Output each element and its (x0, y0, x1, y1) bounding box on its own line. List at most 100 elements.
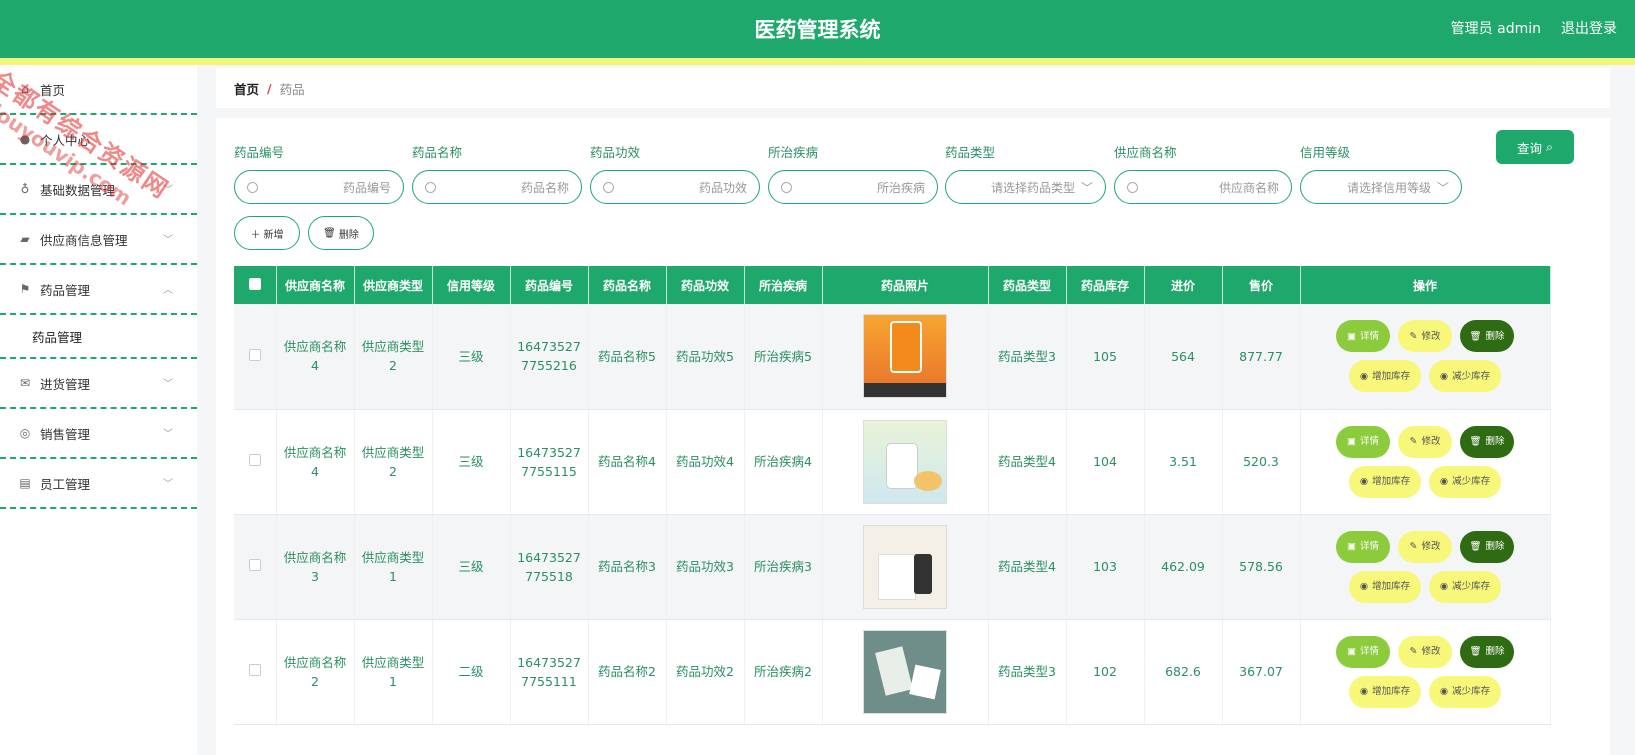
row-checkbox[interactable] (248, 348, 261, 361)
cell-text: 7755216 (521, 358, 577, 374)
top-header: 医药管理系统 管理员 admin 退出登录 (0, 0, 1635, 58)
detail-button[interactable]: ▣ 详情 (1336, 320, 1390, 353)
select-all-cell[interactable] (234, 266, 277, 304)
sidebar-item-basic-data[interactable]: ♁ 基础数据管理 ﹀ (0, 165, 197, 215)
drug-name-input[interactable]: 药品名称 (412, 170, 582, 204)
detail-button[interactable]: ▣ 详情 (1336, 425, 1390, 458)
row-checkbox[interactable] (248, 454, 261, 466)
column-header: 药品照片 (822, 266, 989, 304)
sidebar-item-supplier[interactable]: ▰ 供应商信息管理 ﹀ (0, 215, 197, 265)
row-select-cell[interactable] (234, 304, 277, 410)
query-button[interactable]: 查询 ⌕ (1496, 130, 1574, 164)
location-icon: ◉ (1359, 476, 1369, 487)
table-row: 供应商名称 3 供应商类型 1 三级 16473527 775518 药品名称3 药品功效3 所治… (234, 514, 1551, 620)
button-label: 详情 (1359, 330, 1379, 342)
button-label: 减少库存 (1452, 686, 1491, 697)
row-checkbox[interactable] (248, 559, 261, 571)
drug-photo[interactable] (863, 314, 947, 399)
add-stock-button[interactable]: ◉ 增加库存 (1349, 570, 1421, 603)
drug-code-input[interactable]: 药品编号 (234, 170, 404, 204)
edit-button[interactable]: ✎ 修改 (1398, 530, 1452, 563)
trash-icon: 🗑 (1469, 541, 1482, 552)
drug-photo[interactable] (863, 419, 947, 504)
select-all-checkbox[interactable] (248, 277, 261, 290)
cell-text: 供应商名称 (283, 549, 347, 565)
reduce-stock-button[interactable]: ◉ 减少库存 (1429, 675, 1501, 708)
cell-price: 877.77 (1222, 304, 1301, 410)
cell-name: 药品名称3 (588, 514, 667, 620)
add-stock-button[interactable]: ◉ 增加库存 (1349, 360, 1421, 393)
placeholder: 供应商名称 (1218, 180, 1279, 195)
sidebar-item-drug[interactable]: ⚑ 药品管理 ︿ (0, 265, 197, 315)
cell-supplier-type: 供应商类型 2 (354, 304, 433, 410)
delete-label: 删除 (338, 229, 359, 241)
add-button[interactable]: ＋ 新增 (234, 216, 300, 250)
credit-level-select[interactable]: 请选择信用等级 ﹀ (1300, 170, 1462, 204)
batch-delete-button[interactable]: 🗑 删除 (308, 216, 374, 250)
sidebar-subitem-drug-manage[interactable]: 药品管理 (0, 315, 197, 359)
chevron-down-icon: ﹀ (163, 479, 173, 490)
cell-photo (822, 409, 989, 515)
drug-effect-input[interactable]: 药品功效 (590, 170, 760, 204)
sidebar-item-profile[interactable]: ● 个人中心 (0, 115, 197, 165)
delete-button[interactable]: 🗑 删除 (1460, 320, 1514, 353)
trash-icon: 🗑 (1469, 436, 1482, 447)
sidebar-item-sales[interactable]: ◎ 销售管理 ﹀ (0, 409, 197, 459)
detail-icon: ▣ (1347, 436, 1356, 447)
drug-type-select[interactable]: 请选择药品类型 ﹀ (945, 170, 1106, 204)
row-checkbox[interactable] (248, 664, 261, 676)
cell-ops: ▣ 详情 ✎ 修改 🗑 删除 ◉ 增加库存 ◉ 减少库存 (1300, 619, 1551, 725)
logout-button[interactable]: 退出登录 (1561, 18, 1617, 38)
location-icon: ◉ (1359, 686, 1369, 697)
add-stock-button[interactable]: ◉ 增加库存 (1349, 675, 1421, 708)
reduce-stock-button[interactable]: ◉ 减少库存 (1429, 465, 1501, 498)
flag-icon: ⚑ (19, 282, 31, 296)
cell-text: 1 (389, 568, 397, 584)
sidebar-item-home[interactable]: ⌂ 首页 (0, 65, 197, 115)
drug-photo[interactable] (863, 524, 947, 609)
user-label[interactable]: 管理员 admin (1451, 18, 1541, 38)
delete-button[interactable]: 🗑 删除 (1460, 425, 1514, 458)
detail-button[interactable]: ▣ 详情 (1336, 530, 1390, 563)
row-select-cell[interactable] (234, 409, 277, 515)
cell-supplier-name: 供应商名称 4 (276, 304, 355, 410)
detail-button[interactable]: ▣ 详情 (1336, 635, 1390, 668)
reduce-stock-button[interactable]: ◉ 减少库存 (1429, 360, 1501, 393)
sidebar-item-purchase[interactable]: ✉ 进货管理 ﹀ (0, 359, 197, 409)
briefcase-icon: ▤ (19, 476, 31, 490)
edit-button[interactable]: ✎ 修改 (1398, 320, 1452, 353)
cell-text: 7755111 (521, 673, 577, 689)
table-row: 供应商名称 2 供应商类型 1 二级 16473527 7755111 药品名称2 药品功效2 所… (234, 619, 1551, 725)
placeholder: 药品名称 (520, 180, 569, 195)
row-select-cell[interactable] (234, 619, 277, 725)
column-header: 药品名称 (588, 266, 667, 304)
search-icon (425, 181, 436, 193)
cell-text: 供应商名称 (283, 654, 347, 670)
breadcrumb: 首页 / 药品 (216, 68, 1610, 108)
supplier-name-input[interactable]: 供应商名称 (1114, 170, 1292, 204)
reduce-stock-button[interactable]: ◉ 减少库存 (1429, 570, 1501, 603)
user-icon: ● (19, 132, 31, 146)
column-header: 所治疾病 (744, 266, 823, 304)
cell-credit: 二级 (432, 619, 511, 725)
placeholder: 请选择信用等级 (1346, 180, 1431, 195)
button-label: 修改 (1421, 436, 1441, 447)
sidebar-item-label: 个人中心 (40, 132, 91, 148)
pencil-icon: ✎ (1409, 436, 1418, 447)
add-stock-button[interactable]: ◉ 增加库存 (1349, 465, 1421, 498)
column-header: 药品功效 (666, 266, 745, 304)
edit-button[interactable]: ✎ 修改 (1398, 635, 1452, 668)
button-label: 减少库存 (1452, 581, 1491, 592)
delete-button[interactable]: 🗑 删除 (1460, 635, 1514, 668)
disease-input[interactable]: 所治疾病 (768, 170, 938, 204)
button-label: 增加库存 (1372, 370, 1411, 382)
row-select-cell[interactable] (234, 514, 277, 620)
cell-text: 供应商类型 (361, 654, 425, 670)
delete-button[interactable]: 🗑 删除 (1460, 530, 1514, 563)
sidebar-item-staff[interactable]: ▤ 员工管理 ﹀ (0, 459, 197, 509)
breadcrumb-home[interactable]: 首页 (234, 79, 259, 98)
drug-photo[interactable] (863, 629, 947, 714)
edit-button[interactable]: ✎ 修改 (1398, 425, 1452, 458)
button-label: 修改 (1421, 330, 1441, 342)
cell-text: 2 (311, 673, 319, 689)
